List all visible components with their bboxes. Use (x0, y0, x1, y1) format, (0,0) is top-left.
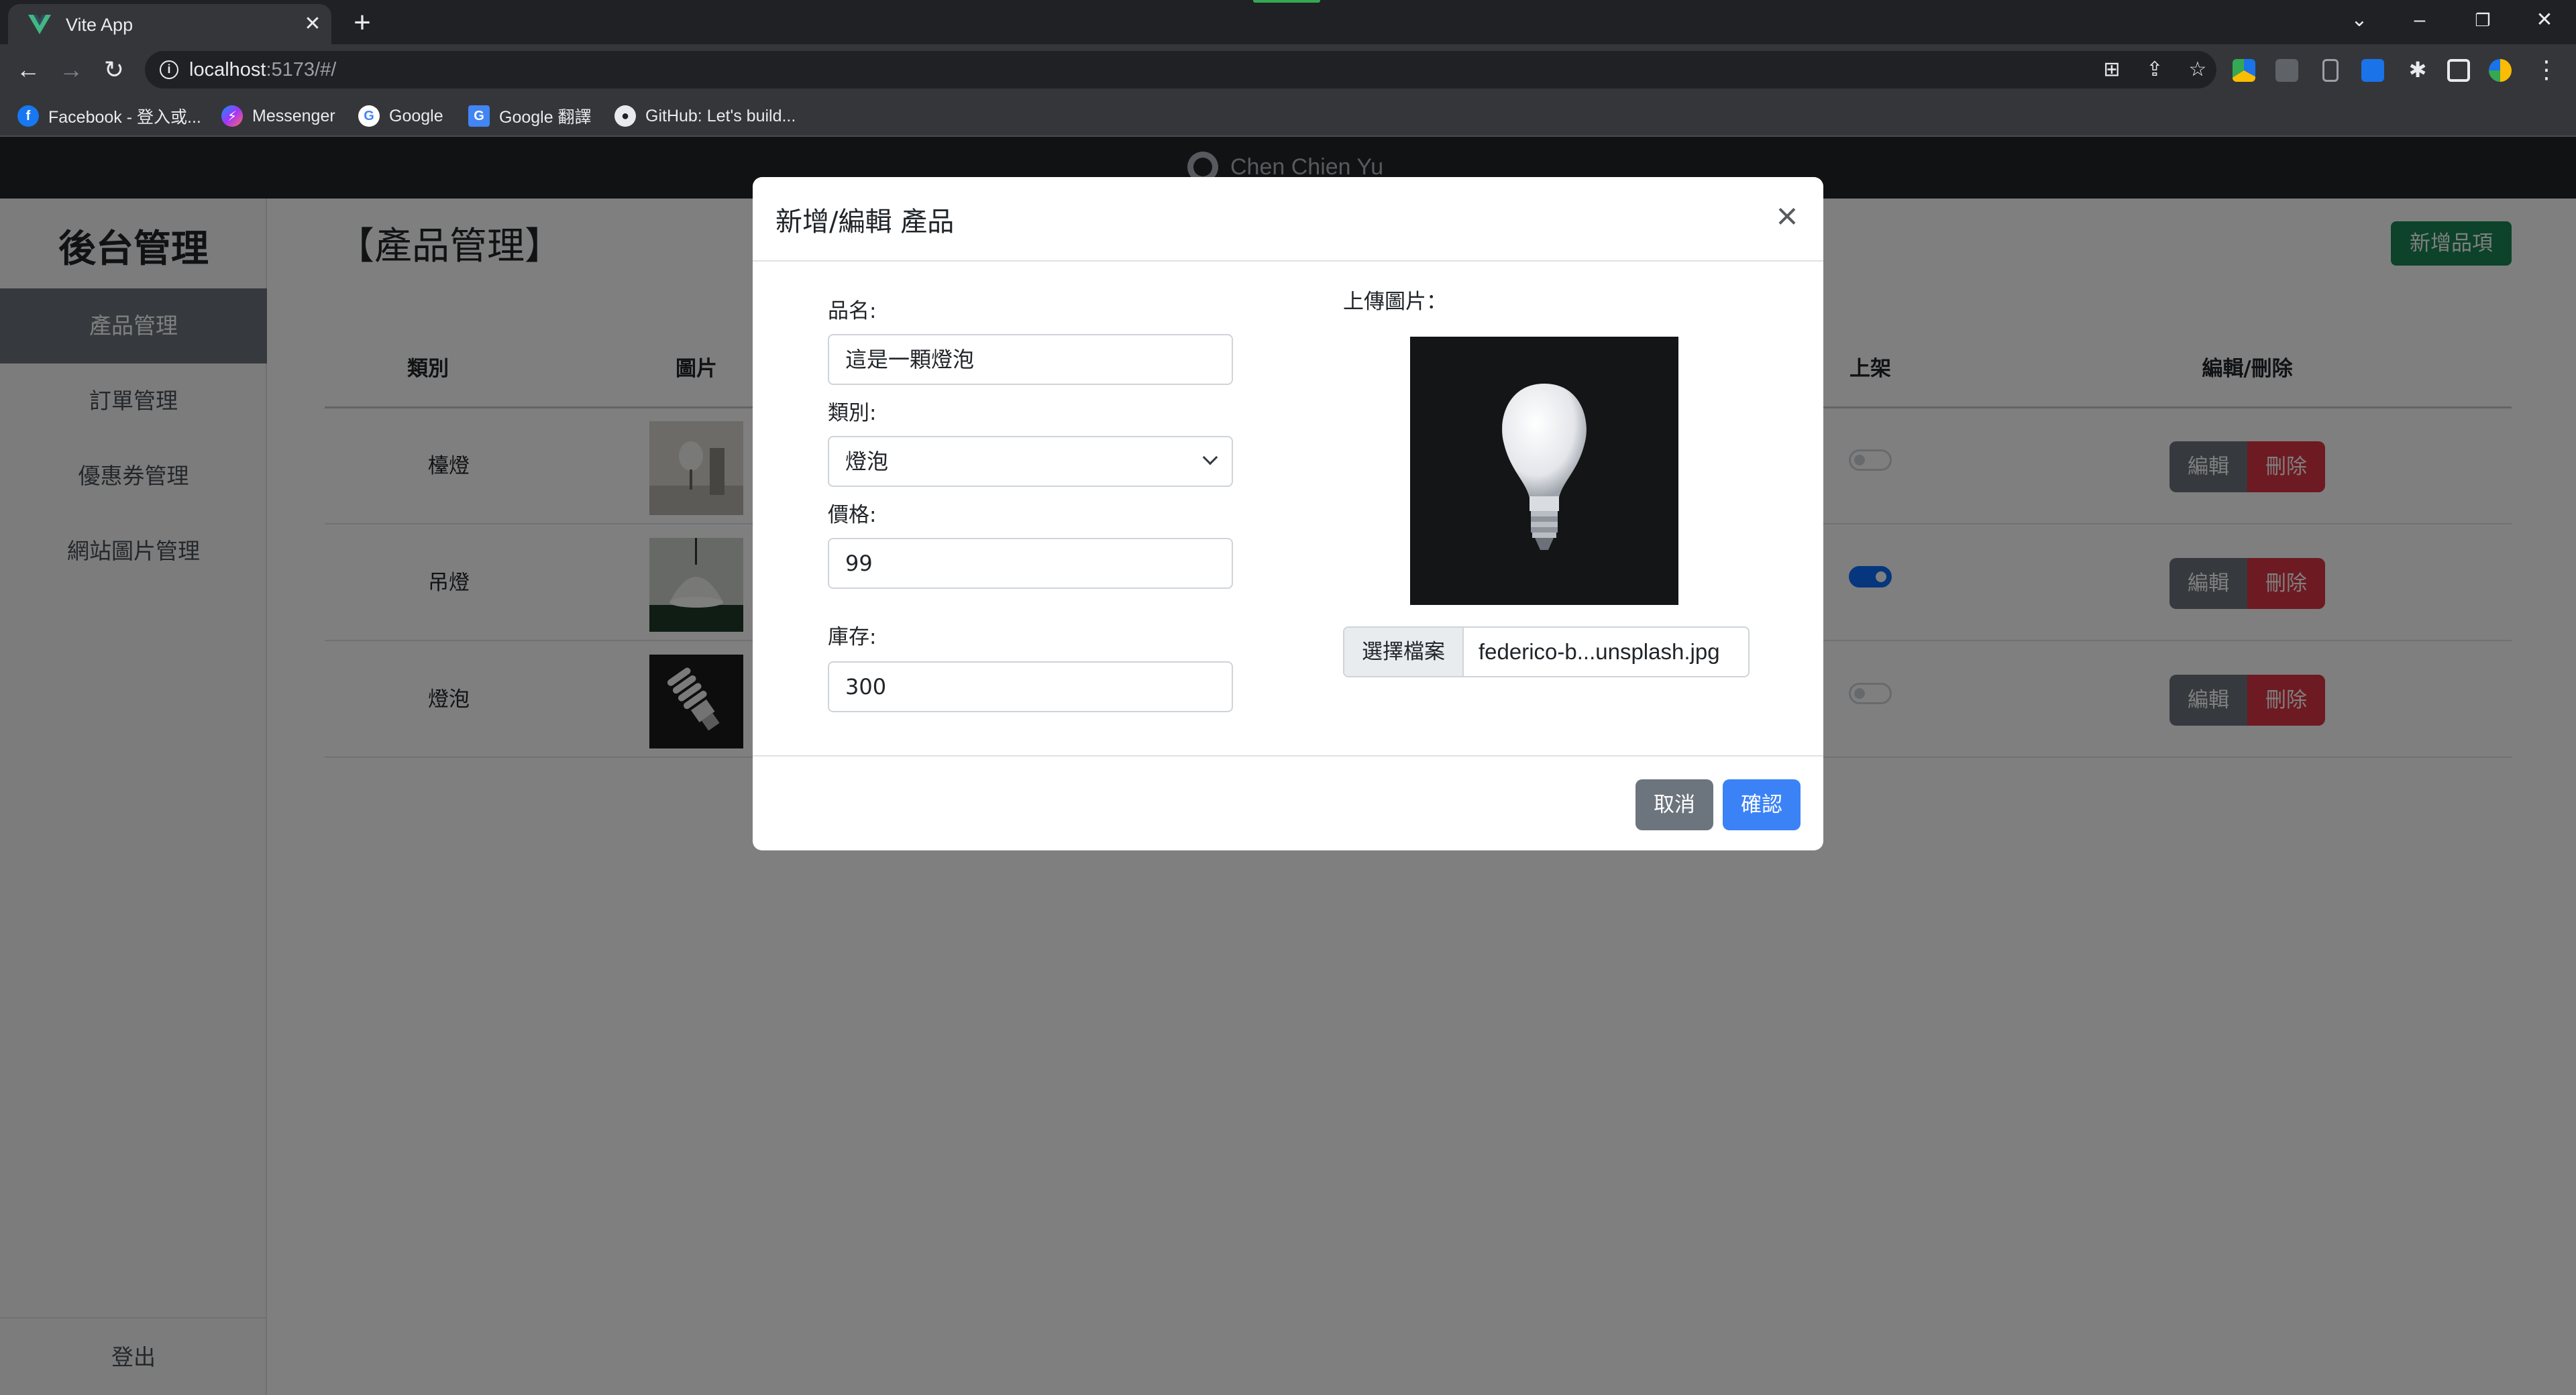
modal-footer: 取消 確認 (753, 755, 1823, 850)
light-bulb-preview-image (1410, 337, 1678, 605)
file-upload-input[interactable]: 選擇檔案 federico-b...unsplash.jpg (1343, 626, 1750, 677)
share-icon[interactable]: ⇪ (2141, 58, 2168, 81)
confirm-button[interactable]: 確認 (1723, 779, 1801, 830)
bookmark-label: Facebook - 登入或... (48, 108, 201, 127)
category-label: 類別: (828, 401, 877, 425)
url-text[interactable]: localhost:5173/#/ (189, 59, 336, 81)
new-tab-icon[interactable]: + (349, 4, 376, 42)
upload-image-label: 上傳圖片： (1343, 290, 1447, 314)
facebook-icon: f (17, 105, 39, 127)
github-icon: ● (614, 105, 636, 127)
tab-close-icon[interactable]: ✕ (301, 12, 325, 36)
browser-menu-icon[interactable]: ⋮ (2530, 54, 2563, 86)
bookmark-github[interactable]: ● GitHub: Let's build... (614, 103, 796, 129)
restore-icon[interactable]: ❐ (2466, 5, 2500, 35)
side-panel-icon[interactable] (2447, 59, 2470, 82)
browser-tab[interactable]: Vite App ✕ (8, 4, 331, 44)
tab-search-chevron-icon[interactable]: ⌄ (2343, 5, 2376, 35)
site-info-icon[interactable]: i (160, 60, 178, 79)
tab-title: Vite App (66, 15, 133, 35)
address-bar[interactable]: i localhost:5173/#/ ⊞ ⇪ ☆ (145, 51, 2216, 89)
forward-icon[interactable]: → (55, 54, 87, 86)
bookmarks-bar: f Facebook - 登入或... ⚡ Messenger G Google… (0, 95, 2576, 137)
close-icon[interactable]: × (1767, 196, 1807, 236)
bookmark-label: Google (389, 106, 443, 125)
back-icon[interactable]: ← (12, 54, 44, 86)
stock-label: 庫存: (828, 625, 877, 649)
browser-tab-strip: Vite App ✕ + ⌄ – ❐ ✕ (0, 0, 2576, 44)
bookmark-label: Google 翻譯 (499, 108, 592, 127)
category-select[interactable]: 燈泡 (828, 436, 1233, 487)
price-input[interactable]: 99 (828, 538, 1233, 589)
product-name-input[interactable]: 這是一顆燈泡 (828, 334, 1233, 385)
tab-search-indicator (1253, 0, 1320, 3)
selected-file-name: federico-b...unsplash.jpg (1479, 639, 1720, 664)
messenger-icon: ⚡ (221, 105, 243, 127)
device-icon[interactable] (2322, 59, 2339, 82)
bookmark-label: GitHub: Let's build... (645, 106, 796, 125)
vite-vue-icon (28, 15, 51, 34)
modal-header: 新增/編輯 產品 × (753, 177, 1823, 262)
bookmark-messenger[interactable]: ⚡ Messenger (221, 103, 335, 129)
chevron-down-icon (1202, 449, 1218, 465)
bookmark-star-icon[interactable]: ☆ (2184, 58, 2211, 81)
google-translate-icon: G (468, 105, 490, 127)
bookmark-facebook[interactable]: f Facebook - 登入或... (17, 103, 201, 129)
modal-title: 新增/編輯 產品 (775, 207, 955, 237)
cancel-button[interactable]: 取消 (1635, 779, 1713, 830)
extensions-puzzle-icon[interactable]: ✱ (2402, 54, 2434, 86)
profile-avatar[interactable] (2489, 59, 2512, 82)
extension-blue-icon[interactable] (2361, 59, 2384, 82)
price-label: 價格: (828, 503, 877, 527)
translate-icon[interactable]: ⊞ (2098, 58, 2125, 81)
bookmark-google[interactable]: G Google (358, 103, 443, 129)
extension-s-icon[interactable] (2275, 59, 2298, 82)
google-drive-icon[interactable] (2233, 59, 2255, 82)
browser-toolbar: ← → ↻ i localhost:5173/#/ ⊞ ⇪ ☆ ✱ ⋮ (0, 44, 2576, 95)
category-selected-value: 燈泡 (845, 449, 889, 474)
google-icon: G (358, 105, 380, 127)
window-close-icon[interactable]: ✕ (2528, 5, 2561, 35)
choose-file-button[interactable]: 選擇檔案 (1344, 628, 1464, 676)
product-edit-modal: 新增/編輯 產品 × 品名: 這是一顆燈泡 類別: 燈泡 價格: 99 庫存: … (753, 177, 1823, 850)
product-name-label: 品名: (828, 299, 877, 323)
bookmark-label: Messenger (252, 106, 335, 125)
reload-icon[interactable]: ↻ (98, 54, 130, 86)
minimize-icon[interactable]: – (2403, 5, 2436, 35)
stock-input[interactable]: 300 (828, 661, 1233, 712)
bookmark-google-translate[interactable]: G Google 翻譯 (468, 103, 592, 129)
